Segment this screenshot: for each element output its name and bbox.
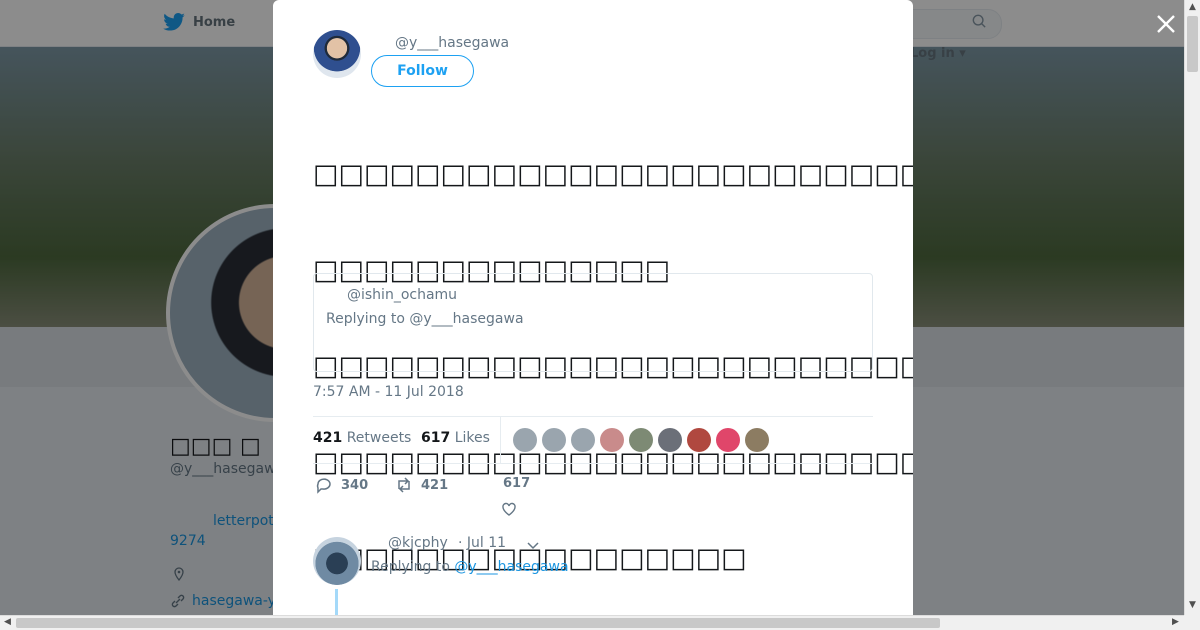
quoted-tweet[interactable]: @ishin_ochamu Replying to @y___hasegawa xyxy=(313,273,873,372)
stats-divider xyxy=(500,417,501,463)
chevron-down-icon[interactable] xyxy=(526,538,540,552)
reply-date[interactable]: · Jul 11 xyxy=(458,535,506,551)
tweet-actions: 340 421 617 xyxy=(313,476,873,516)
likes-stat[interactable]: 617 Likes xyxy=(421,430,490,446)
tweet-modal: @y___hasegawa Follow □□□□□□□□□□□□□□□□□□□… xyxy=(273,0,913,615)
reply-icon xyxy=(316,478,331,494)
close-icon[interactable] xyxy=(1155,13,1177,35)
scroll-left-arrow[interactable]: ◀ xyxy=(4,617,11,627)
scrollbar-corner xyxy=(1184,615,1200,630)
like-button[interactable]: 617 xyxy=(503,476,530,491)
thread-line xyxy=(335,589,338,615)
scroll-right-arrow[interactable]: ▶ xyxy=(1172,617,1179,627)
liker-avatar[interactable] xyxy=(629,428,653,452)
liker-avatar[interactable] xyxy=(745,428,769,452)
retweets-stat[interactable]: 421 Retweets xyxy=(313,430,411,446)
reply-replying-to: Replying to @y___hasegawa xyxy=(371,559,569,575)
tweet-timestamp[interactable]: 7:57 AM - 11 Jul 2018 xyxy=(313,384,464,400)
horizontal-scroll-thumb[interactable] xyxy=(16,618,940,628)
quoted-replying-to: Replying to @y___hasegawa xyxy=(326,311,524,327)
tweet-stats: 421 Retweets 617 Likes xyxy=(313,416,873,464)
likers-avatars xyxy=(513,428,769,452)
liker-avatar[interactable] xyxy=(513,428,537,452)
follow-button[interactable]: Follow xyxy=(371,55,474,87)
liker-avatar[interactable] xyxy=(658,428,682,452)
liker-avatar[interactable] xyxy=(571,428,595,452)
liker-avatar[interactable] xyxy=(716,428,740,452)
tweet-text-line: □□□□□□□□□□□□□□□□□□□□□□□□□□□□□□□□□□□□□□□□… xyxy=(313,159,913,190)
author-avatar[interactable] xyxy=(313,30,361,78)
reply-count: 340 xyxy=(341,477,369,493)
scroll-up-arrow[interactable]: ▲ xyxy=(1189,2,1196,12)
scroll-down-arrow[interactable]: ▼ xyxy=(1189,600,1196,610)
liker-avatar[interactable] xyxy=(687,428,711,452)
like-count: 617 xyxy=(503,476,531,491)
vertical-scrollbar[interactable]: ▲ ▼ xyxy=(1184,0,1200,615)
author-handle[interactable]: @y___hasegawa xyxy=(395,35,509,51)
quoted-handle: @ishin_ochamu xyxy=(347,287,458,303)
liker-avatar[interactable] xyxy=(600,428,624,452)
vertical-scroll-thumb[interactable] xyxy=(1187,16,1198,72)
reply-mention-link[interactable]: @y___hasegawa xyxy=(454,559,568,575)
retweet-count: 421 xyxy=(421,477,449,493)
retweet-button[interactable]: 421 xyxy=(395,476,448,494)
reply-button[interactable]: 340 xyxy=(315,476,368,494)
horizontal-scrollbar[interactable]: ◀ ▶ xyxy=(0,615,1184,630)
reply-author-handle[interactable]: @kjcphy xyxy=(388,535,448,551)
liker-avatar[interactable] xyxy=(542,428,566,452)
heart-icon[interactable] xyxy=(501,501,517,517)
reply-author-avatar[interactable] xyxy=(313,537,361,585)
retweet-icon xyxy=(398,477,410,493)
